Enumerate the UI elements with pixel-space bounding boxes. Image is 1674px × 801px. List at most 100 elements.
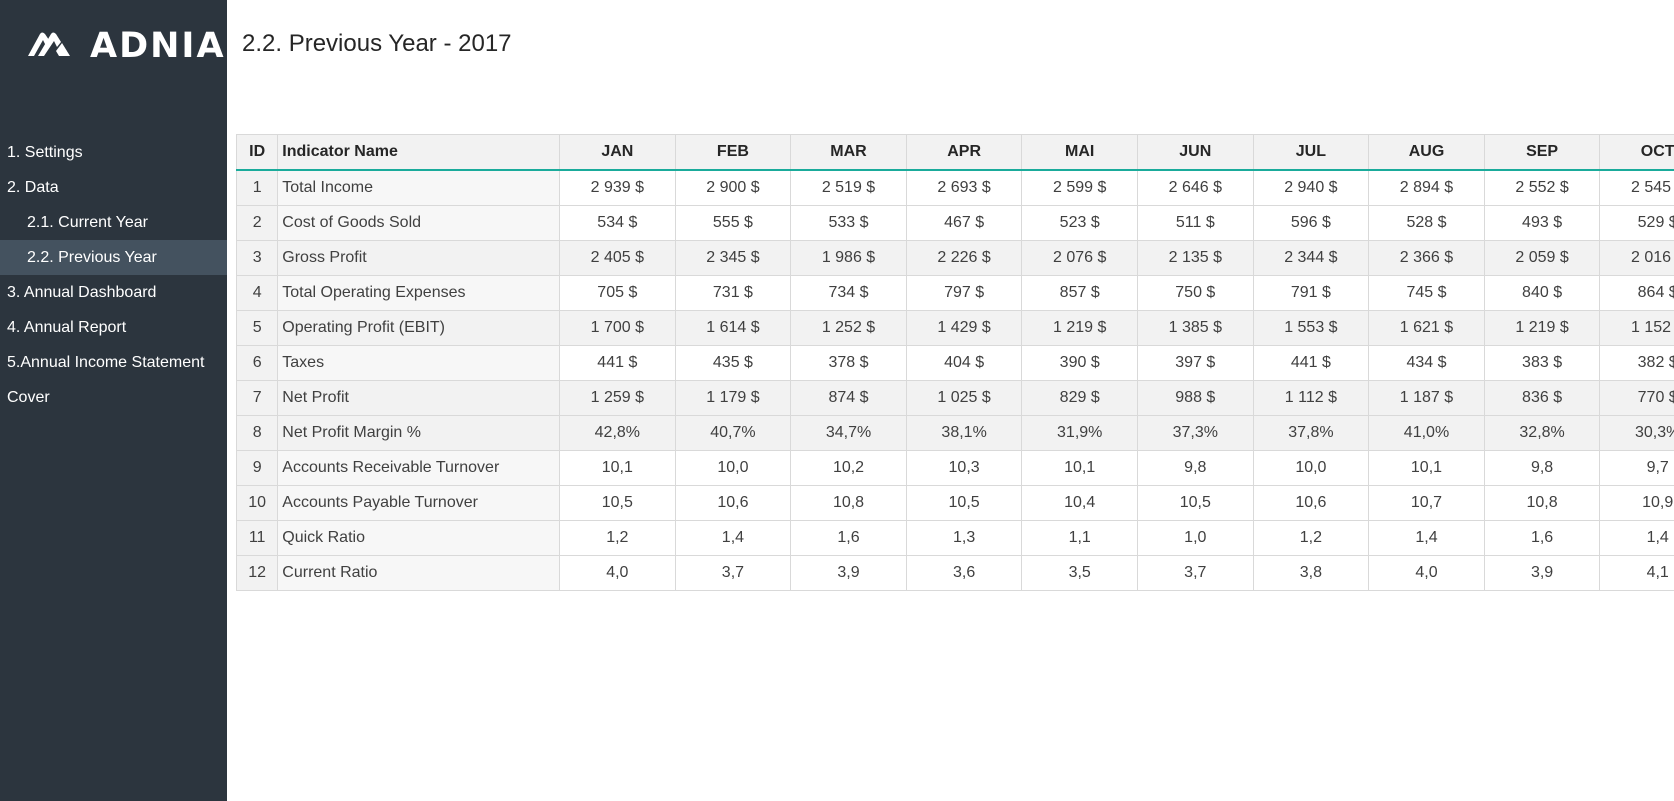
- value-cell-sep[interactable]: 1 219 $: [1483, 310, 1601, 346]
- value-cell-mar[interactable]: 533 $: [790, 205, 907, 241]
- value-cell-mar[interactable]: 2 519 $: [790, 169, 907, 206]
- indicator-name-cell[interactable]: Taxes: [277, 345, 561, 381]
- value-cell-feb[interactable]: 10,0: [674, 450, 792, 486]
- indicator-name-cell[interactable]: Current Ratio: [277, 555, 561, 591]
- value-cell-oct[interactable]: 382 $: [1599, 345, 1674, 381]
- brand-logo[interactable]: ADNIA: [26, 26, 226, 66]
- value-cell-jun[interactable]: 37,3%: [1137, 415, 1254, 451]
- value-cell-apr[interactable]: 38,1%: [905, 415, 1023, 451]
- value-cell-apr[interactable]: 1 429 $: [905, 310, 1023, 346]
- value-cell-mar[interactable]: 734 $: [790, 275, 907, 311]
- indicator-name-cell[interactable]: Total Operating Expenses: [277, 275, 561, 311]
- value-cell-mar[interactable]: 1 252 $: [790, 310, 907, 346]
- value-cell-apr[interactable]: 10,3: [905, 450, 1023, 486]
- value-cell-oct[interactable]: 2 016 $: [1599, 240, 1674, 276]
- value-cell-aug[interactable]: 2 366 $: [1368, 240, 1485, 276]
- value-cell-mar[interactable]: 874 $: [790, 380, 907, 416]
- value-cell-aug[interactable]: 10,1: [1368, 450, 1485, 486]
- value-cell-jul[interactable]: 2 940 $: [1252, 169, 1370, 206]
- value-cell-mai[interactable]: 31,9%: [1021, 415, 1138, 451]
- indicator-name-cell[interactable]: Accounts Receivable Turnover: [277, 450, 561, 486]
- value-cell-apr[interactable]: 1,3: [905, 520, 1023, 556]
- row-id-cell[interactable]: 1: [236, 169, 279, 206]
- value-cell-aug[interactable]: 4,0: [1368, 555, 1485, 591]
- value-cell-sep[interactable]: 2 059 $: [1483, 240, 1601, 276]
- value-cell-mai[interactable]: 10,4: [1021, 485, 1138, 521]
- value-cell-jun[interactable]: 2 646 $: [1137, 169, 1254, 206]
- value-cell-oct[interactable]: 864 $: [1599, 275, 1674, 311]
- sidebar-item-1-settings[interactable]: 1. Settings: [0, 135, 227, 170]
- value-cell-mar[interactable]: 10,8: [790, 485, 907, 521]
- value-cell-sep[interactable]: 9,8: [1483, 450, 1601, 486]
- value-cell-feb[interactable]: 731 $: [674, 275, 792, 311]
- row-id-cell[interactable]: 7: [236, 380, 279, 416]
- value-cell-oct[interactable]: 770 $: [1599, 380, 1674, 416]
- value-cell-jan[interactable]: 10,1: [559, 450, 676, 486]
- indicator-name-cell[interactable]: Accounts Payable Turnover: [277, 485, 561, 521]
- value-cell-mai[interactable]: 3,5: [1021, 555, 1138, 591]
- value-cell-apr[interactable]: 404 $: [905, 345, 1023, 381]
- indicator-name-cell[interactable]: Net Profit: [277, 380, 561, 416]
- value-cell-sep[interactable]: 836 $: [1483, 380, 1601, 416]
- value-cell-aug[interactable]: 1 187 $: [1368, 380, 1485, 416]
- value-cell-jun[interactable]: 3,7: [1137, 555, 1254, 591]
- value-cell-aug[interactable]: 434 $: [1368, 345, 1485, 381]
- value-cell-jul[interactable]: 441 $: [1252, 345, 1370, 381]
- value-cell-sep[interactable]: 383 $: [1483, 345, 1601, 381]
- value-cell-jul[interactable]: 1,2: [1252, 520, 1370, 556]
- value-cell-oct[interactable]: 529 $: [1599, 205, 1674, 241]
- value-cell-mai[interactable]: 10,1: [1021, 450, 1138, 486]
- value-cell-feb[interactable]: 1,4: [674, 520, 792, 556]
- value-cell-aug[interactable]: 1,4: [1368, 520, 1485, 556]
- value-cell-aug[interactable]: 1 621 $: [1368, 310, 1485, 346]
- row-id-cell[interactable]: 5: [236, 310, 279, 346]
- row-id-cell[interactable]: 6: [236, 345, 279, 381]
- value-cell-jan[interactable]: 2 939 $: [559, 169, 676, 206]
- row-id-cell[interactable]: 9: [236, 450, 279, 486]
- value-cell-jul[interactable]: 596 $: [1252, 205, 1370, 241]
- sidebar-item-3-annual-dashboard[interactable]: 3. Annual Dashboard: [0, 275, 227, 310]
- value-cell-apr[interactable]: 797 $: [905, 275, 1023, 311]
- value-cell-feb[interactable]: 10,6: [674, 485, 792, 521]
- row-id-cell[interactable]: 2: [236, 205, 279, 241]
- value-cell-apr[interactable]: 1 025 $: [905, 380, 1023, 416]
- value-cell-jan[interactable]: 10,5: [559, 485, 676, 521]
- value-cell-sep[interactable]: 840 $: [1483, 275, 1601, 311]
- value-cell-jul[interactable]: 3,8: [1252, 555, 1370, 591]
- sidebar-item-2-2-previous-year[interactable]: 2.2. Previous Year: [0, 240, 227, 275]
- value-cell-aug[interactable]: 528 $: [1368, 205, 1485, 241]
- value-cell-sep[interactable]: 3,9: [1483, 555, 1601, 591]
- value-cell-jun[interactable]: 2 135 $: [1137, 240, 1254, 276]
- indicator-name-cell[interactable]: Total Income: [277, 169, 561, 206]
- value-cell-jan[interactable]: 4,0: [559, 555, 676, 591]
- value-cell-jan[interactable]: 1 700 $: [559, 310, 676, 346]
- value-cell-feb[interactable]: 2 900 $: [674, 169, 792, 206]
- value-cell-jul[interactable]: 1 112 $: [1252, 380, 1370, 416]
- value-cell-apr[interactable]: 2 226 $: [905, 240, 1023, 276]
- value-cell-aug[interactable]: 41,0%: [1368, 415, 1485, 451]
- row-id-cell[interactable]: 3: [236, 240, 279, 276]
- value-cell-sep[interactable]: 1,6: [1483, 520, 1601, 556]
- value-cell-mai[interactable]: 2 076 $: [1021, 240, 1138, 276]
- value-cell-jan[interactable]: 441 $: [559, 345, 676, 381]
- value-cell-jun[interactable]: 1,0: [1137, 520, 1254, 556]
- value-cell-mar[interactable]: 1,6: [790, 520, 907, 556]
- value-cell-jan[interactable]: 42,8%: [559, 415, 676, 451]
- value-cell-sep[interactable]: 10,8: [1483, 485, 1601, 521]
- value-cell-mai[interactable]: 523 $: [1021, 205, 1138, 241]
- row-id-cell[interactable]: 12: [236, 555, 279, 591]
- value-cell-oct[interactable]: 30,3%: [1599, 415, 1674, 451]
- value-cell-jun[interactable]: 988 $: [1137, 380, 1254, 416]
- value-cell-mai[interactable]: 390 $: [1021, 345, 1138, 381]
- value-cell-mai[interactable]: 857 $: [1021, 275, 1138, 311]
- value-cell-mai[interactable]: 1 219 $: [1021, 310, 1138, 346]
- sidebar-item-4-annual-report[interactable]: 4. Annual Report: [0, 310, 227, 345]
- value-cell-jul[interactable]: 37,8%: [1252, 415, 1370, 451]
- indicator-name-cell[interactable]: Cost of Goods Sold: [277, 205, 561, 241]
- value-cell-jan[interactable]: 1 259 $: [559, 380, 676, 416]
- value-cell-mar[interactable]: 34,7%: [790, 415, 907, 451]
- value-cell-aug[interactable]: 2 894 $: [1368, 169, 1485, 206]
- indicator-name-cell[interactable]: Net Profit Margin %: [277, 415, 561, 451]
- value-cell-feb[interactable]: 1 614 $: [674, 310, 792, 346]
- indicator-name-cell[interactable]: Operating Profit (EBIT): [277, 310, 561, 346]
